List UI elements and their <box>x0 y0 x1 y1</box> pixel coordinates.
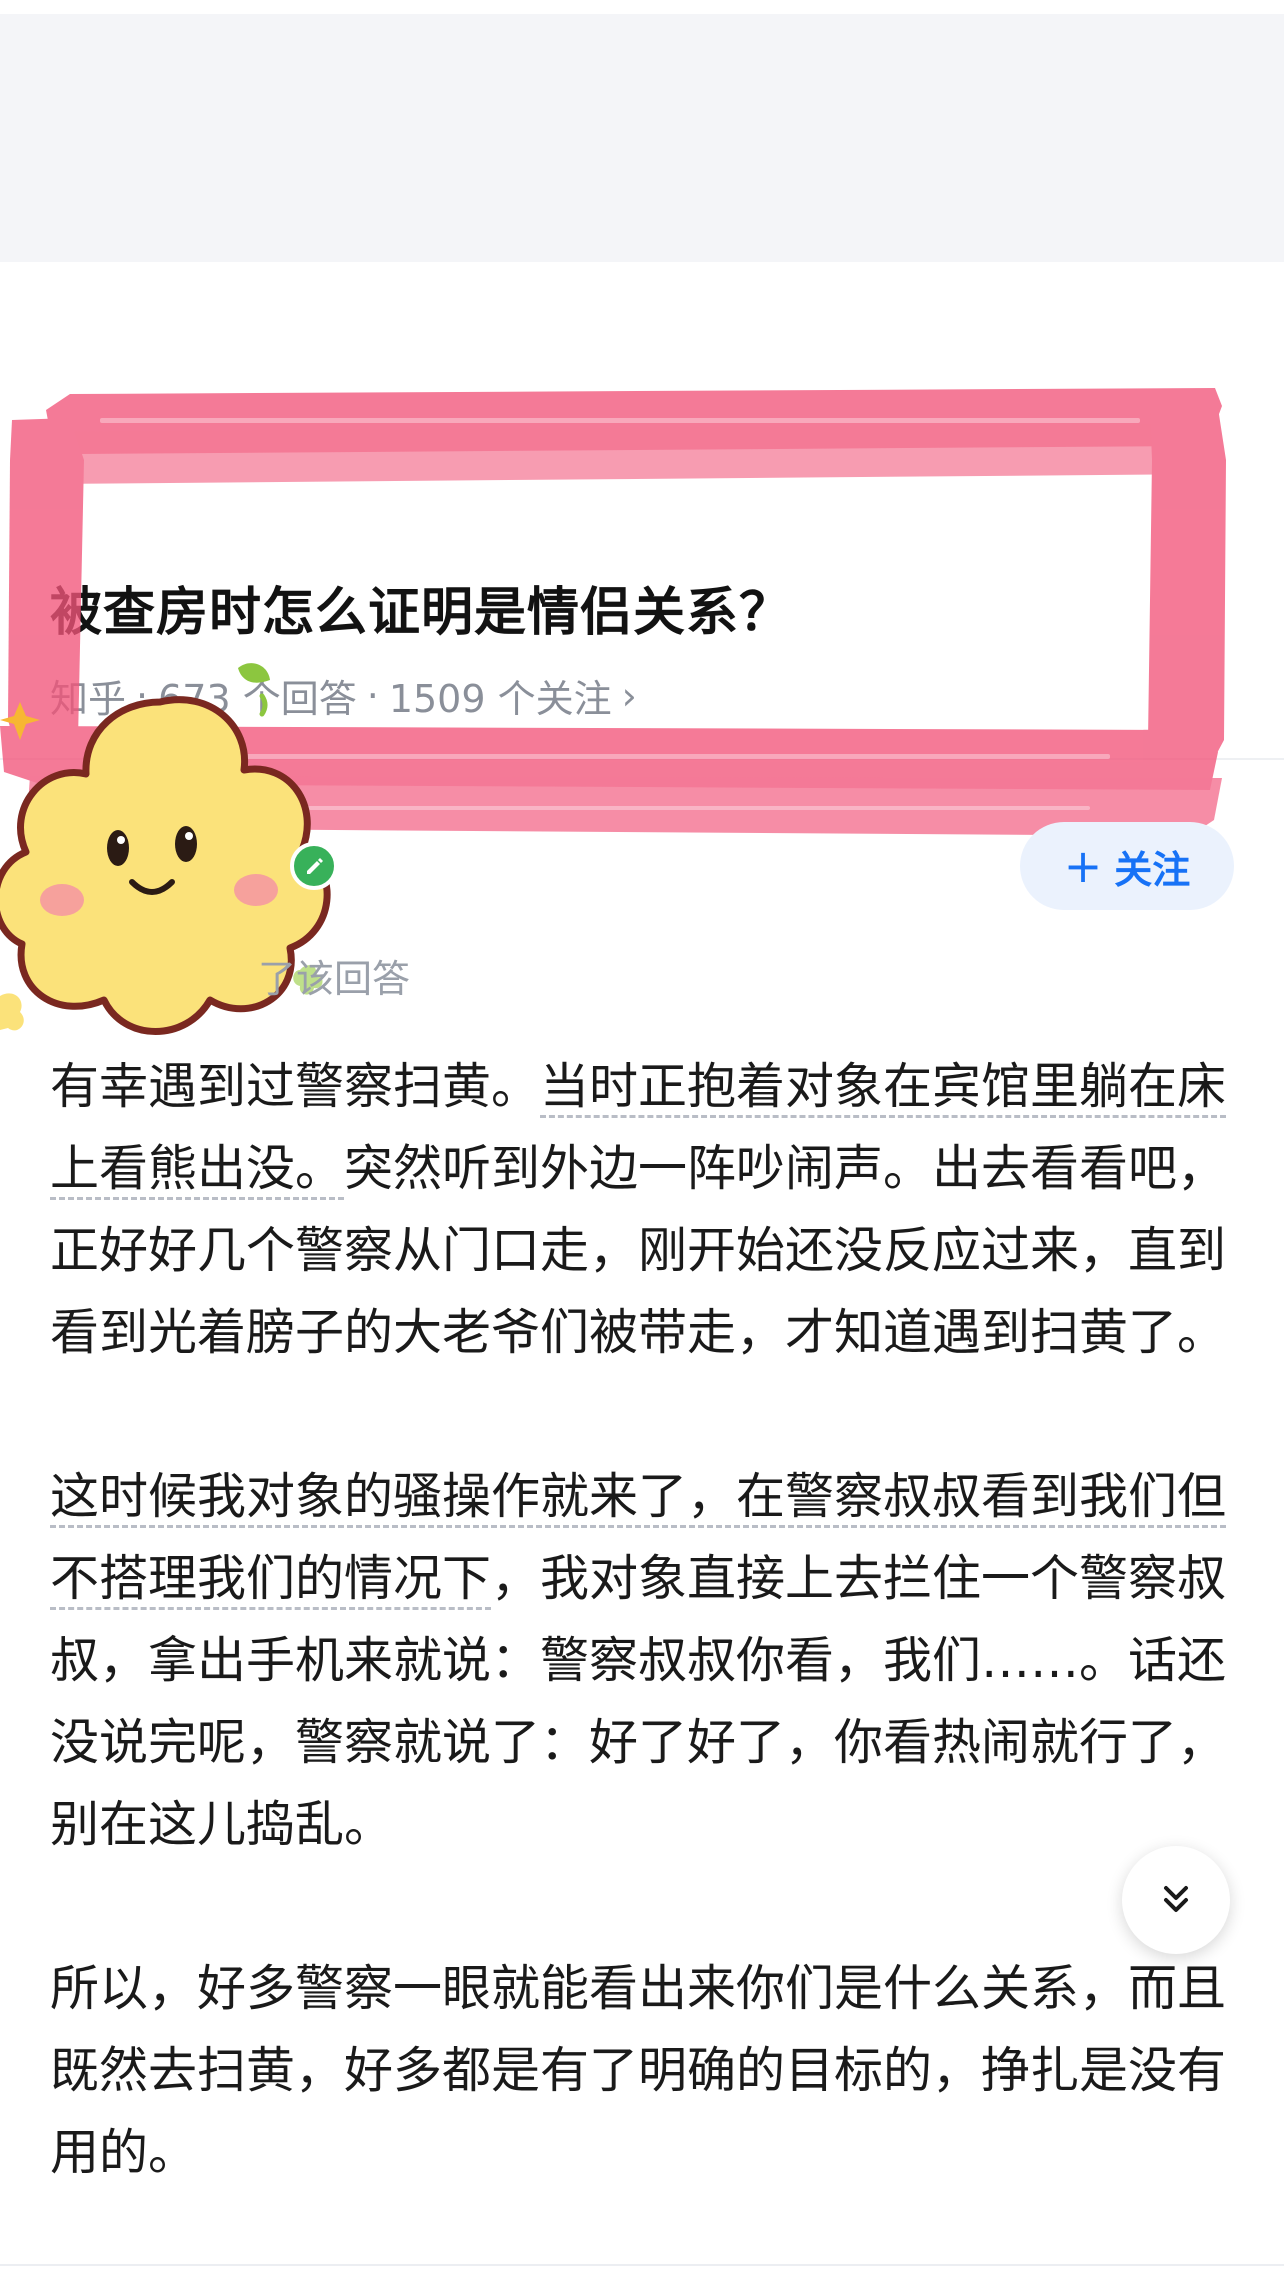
answer-text: 有幸遇到过警察扫黄。 <box>50 1058 541 1115</box>
follow-button[interactable]: + 关注 <box>1020 822 1234 910</box>
answer-paragraph: 这时候我对象的骚操作就来了，在警察叔叔看到我们但不搭理我们的情况下，我对象直接上… <box>50 1456 1230 1866</box>
answer-paragraph: 所以，好多警察一眼就能看出来你们是什么关系，而且既然去扫黄，好多都是有了明确的目… <box>50 1948 1230 2194</box>
pencil-icon <box>307 858 323 874</box>
endorse-text: 了该回答 <box>258 957 411 1001</box>
plus-icon: + <box>1063 839 1103 893</box>
answer-text: 所以，好多警察一眼就能看出来你们是什么关系，而且既然去扫黄，好多都是有了明确的目… <box>50 1960 1227 2181</box>
bottom-divider <box>0 2264 1284 2266</box>
top-blank-area <box>0 0 1284 262</box>
top-strip <box>0 0 1284 14</box>
pencil-badge-icon <box>290 842 338 890</box>
answer-paragraph: 有幸遇到过警察扫黄。当时正抱着对象在宾馆里躺在床上看熊出没。突然听到外边一阵吵闹… <box>50 1046 1230 1374</box>
scroll-down-button[interactable] <box>1122 1846 1230 1954</box>
follow-label: 关注 <box>1114 847 1191 892</box>
double-chevron-down-icon <box>1164 1886 1188 1912</box>
answer-content: 有幸遇到过警察扫黄。当时正抱着对象在宾馆里躺在床上看熊出没。突然听到外边一阵吵闹… <box>50 1046 1230 2194</box>
